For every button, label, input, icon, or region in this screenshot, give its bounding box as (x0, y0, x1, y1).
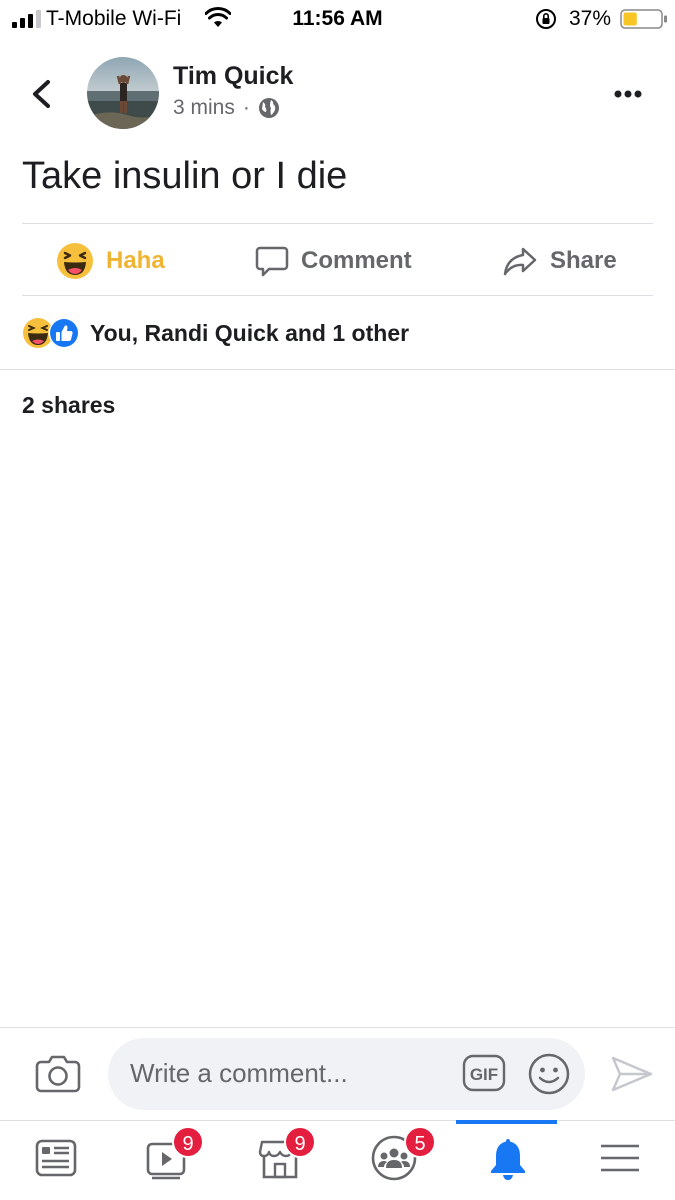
comment-placeholder: Write a comment... (130, 1058, 348, 1088)
battery-icon (620, 9, 667, 29)
share-button[interactable]: Share (502, 236, 617, 286)
divider (22, 223, 653, 224)
reactions-text: You, Randi Quick and 1 other (90, 319, 410, 346)
share-icon (503, 247, 537, 276)
hamburger-menu-icon (601, 1144, 639, 1172)
comment-label: Comment (301, 247, 412, 274)
author-avatar[interactable] (87, 57, 159, 129)
share-label: Share (550, 247, 617, 274)
meta-separator: · (242, 96, 250, 119)
gif-label: GIF (470, 1065, 498, 1084)
tab-news-feed[interactable] (32, 1134, 80, 1182)
news-feed-icon (35, 1139, 77, 1177)
comment-icon (255, 246, 289, 277)
tab-marketplace[interactable]: 9 (256, 1126, 316, 1182)
shares-count[interactable]: 2 shares (22, 392, 115, 419)
globe-icon (258, 98, 279, 118)
rotation-lock-icon (536, 9, 556, 29)
post-text: Take insulin or I die (22, 155, 348, 197)
reaction-icons (23, 317, 80, 349)
haha-label: Haha (106, 247, 165, 274)
tab-groups[interactable]: 5 (370, 1126, 436, 1182)
tabbar-divider (0, 1120, 675, 1121)
camera-icon[interactable] (35, 1052, 81, 1094)
watch-badge: 9 (172, 1126, 204, 1158)
post-meta: 3 mins · (173, 96, 280, 120)
author-name[interactable]: Tim Quick (173, 62, 293, 91)
tab-watch[interactable]: 9 (144, 1126, 204, 1182)
groups-badge: 5 (404, 1126, 436, 1158)
tab-notifications[interactable] (484, 1134, 532, 1182)
bell-icon (491, 1139, 525, 1180)
haha-emoji-icon (57, 243, 93, 279)
back-arrow-icon[interactable] (26, 77, 58, 111)
marketplace-badge: 9 (284, 1126, 316, 1158)
composer-divider (0, 1027, 675, 1028)
divider (0, 369, 675, 370)
status-bar: T-Mobile Wi-Fi 11:56 AM 37% (0, 0, 675, 40)
active-tab-indicator (456, 1120, 557, 1124)
haha-button[interactable]: Haha (56, 236, 165, 286)
reactions-summary[interactable]: You, Randi Quick and 1 other (22, 316, 409, 350)
emoji-icon[interactable] (527, 1052, 571, 1096)
tab-menu[interactable] (596, 1134, 644, 1182)
like-reaction-icon (48, 317, 80, 349)
gif-button[interactable]: GIF (462, 1054, 506, 1092)
post-time[interactable]: 3 mins (173, 96, 235, 120)
battery-percent: 37% (569, 7, 612, 30)
more-options-icon[interactable] (608, 82, 648, 106)
send-icon[interactable] (610, 1054, 654, 1094)
comment-button[interactable]: Comment (255, 236, 412, 286)
divider (22, 295, 653, 296)
